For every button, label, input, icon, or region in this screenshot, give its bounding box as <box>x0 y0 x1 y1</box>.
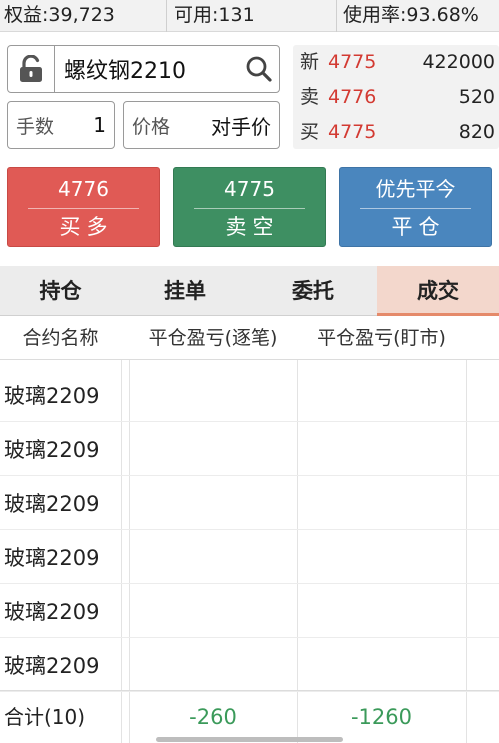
quote-panel: 新 4775 422000 卖 4776 520 买 4775 820 <box>293 45 499 149</box>
quote-row-ask: 卖 4776 520 <box>293 80 499 114</box>
quantity-field[interactable]: 手数 1 <box>7 101 115 149</box>
button-divider <box>360 208 471 209</box>
table-header: 合约名称 平仓盈亏(逐笔) 平仓盈亏(盯市) <box>0 316 499 360</box>
tab-positions[interactable]: 持仓 <box>0 266 121 316</box>
row-contract-name: 玻璃2209 <box>4 492 100 516</box>
close-today-first-label: 优先平今 <box>375 177 456 201</box>
row-contract-name: 玻璃2209 <box>4 654 100 678</box>
table-total-row: 合计(10) -260 -1260 <box>0 690 499 743</box>
account-summary-bar: 权益:39,723 可用:131 使用率:93.68% <box>0 0 499 32</box>
total-pnl-per-trade: -260 <box>189 705 237 729</box>
table-row[interactable]: 玻璃2209 <box>0 422 499 476</box>
buy-long-label: 买多 <box>59 215 114 239</box>
table-row[interactable]: 玻璃2209 <box>0 638 499 692</box>
symbol-selector[interactable]: 螺纹钢2210 <box>7 45 280 93</box>
button-divider <box>28 208 139 209</box>
tab-trades[interactable]: 成交 <box>377 266 499 316</box>
quote-ask-volume: 520 <box>458 86 495 108</box>
buy-price: 4776 <box>58 177 109 201</box>
row-contract-name: 玻璃2209 <box>4 546 100 570</box>
total-pnl-mark-to-market: -1260 <box>350 705 413 729</box>
price-type-value[interactable]: 对手价 <box>211 111 271 140</box>
sell-short-label: 卖空 <box>225 215 280 239</box>
table-row[interactable]: 玻璃2209 <box>0 476 499 530</box>
table-row[interactable]: 玻璃2209 <box>0 584 499 638</box>
trades-table: 合约名称 平仓盈亏(逐笔) 平仓盈亏(盯市) 玻璃2209 玻璃2209 玻璃2… <box>0 316 499 743</box>
quote-row-last: 新 4775 422000 <box>293 45 499 79</box>
quote-ask-label: 卖 <box>300 86 320 108</box>
column-header-contract[interactable]: 合约名称 <box>0 316 121 360</box>
row-contract-name: 玻璃2209 <box>4 600 100 624</box>
home-indicator[interactable] <box>156 737 343 742</box>
column-header-pnl-per-trade[interactable]: 平仓盈亏(逐笔) <box>129 316 297 360</box>
lock-icon[interactable] <box>8 46 55 92</box>
search-icon[interactable] <box>239 46 279 92</box>
quote-bid-price: 4775 <box>328 121 377 143</box>
quote-bid-volume: 820 <box>458 121 495 143</box>
quote-row-bid: 买 4775 820 <box>293 115 499 149</box>
quote-last-label: 新 <box>300 51 320 73</box>
symbol-name[interactable]: 螺纹钢2210 <box>55 53 239 85</box>
equity-value: 权益:39,723 <box>0 0 167 32</box>
buy-long-button[interactable]: 4776 买多 <box>7 167 160 247</box>
sell-price: 4775 <box>224 177 275 201</box>
button-divider <box>194 208 305 209</box>
total-label: 合计(10) <box>4 705 86 729</box>
quantity-label: 手数 <box>16 115 55 138</box>
close-position-label: 平仓 <box>391 215 446 239</box>
tab-orders[interactable]: 委托 <box>249 266 377 316</box>
price-label: 价格 <box>132 115 171 138</box>
quote-last-volume: 422000 <box>422 51 495 73</box>
quote-ask-price: 4776 <box>328 86 377 108</box>
row-contract-name: 玻璃2209 <box>4 438 100 462</box>
quantity-value[interactable]: 1 <box>93 113 106 137</box>
tab-pending-orders[interactable]: 挂单 <box>121 266 249 316</box>
available-funds-value: 可用:131 <box>167 0 337 32</box>
margin-usage-value: 使用率:93.68% <box>343 4 479 26</box>
tab-bar: 持仓 挂单 委托 成交 <box>0 266 499 316</box>
column-header-pnl-mark-to-market[interactable]: 平仓盈亏(盯市) <box>297 316 466 360</box>
row-contract-name: 玻璃2209 <box>4 384 100 408</box>
close-position-button[interactable]: 优先平今 平仓 <box>339 167 492 247</box>
quote-last-price: 4775 <box>328 51 377 73</box>
quote-bid-label: 买 <box>300 121 320 143</box>
table-row[interactable]: 玻璃2209 <box>0 530 499 584</box>
table-row[interactable]: 玻璃2209 <box>0 368 499 422</box>
sell-short-button[interactable]: 4775 卖空 <box>173 167 326 247</box>
price-field[interactable]: 价格 对手价 <box>123 101 280 149</box>
